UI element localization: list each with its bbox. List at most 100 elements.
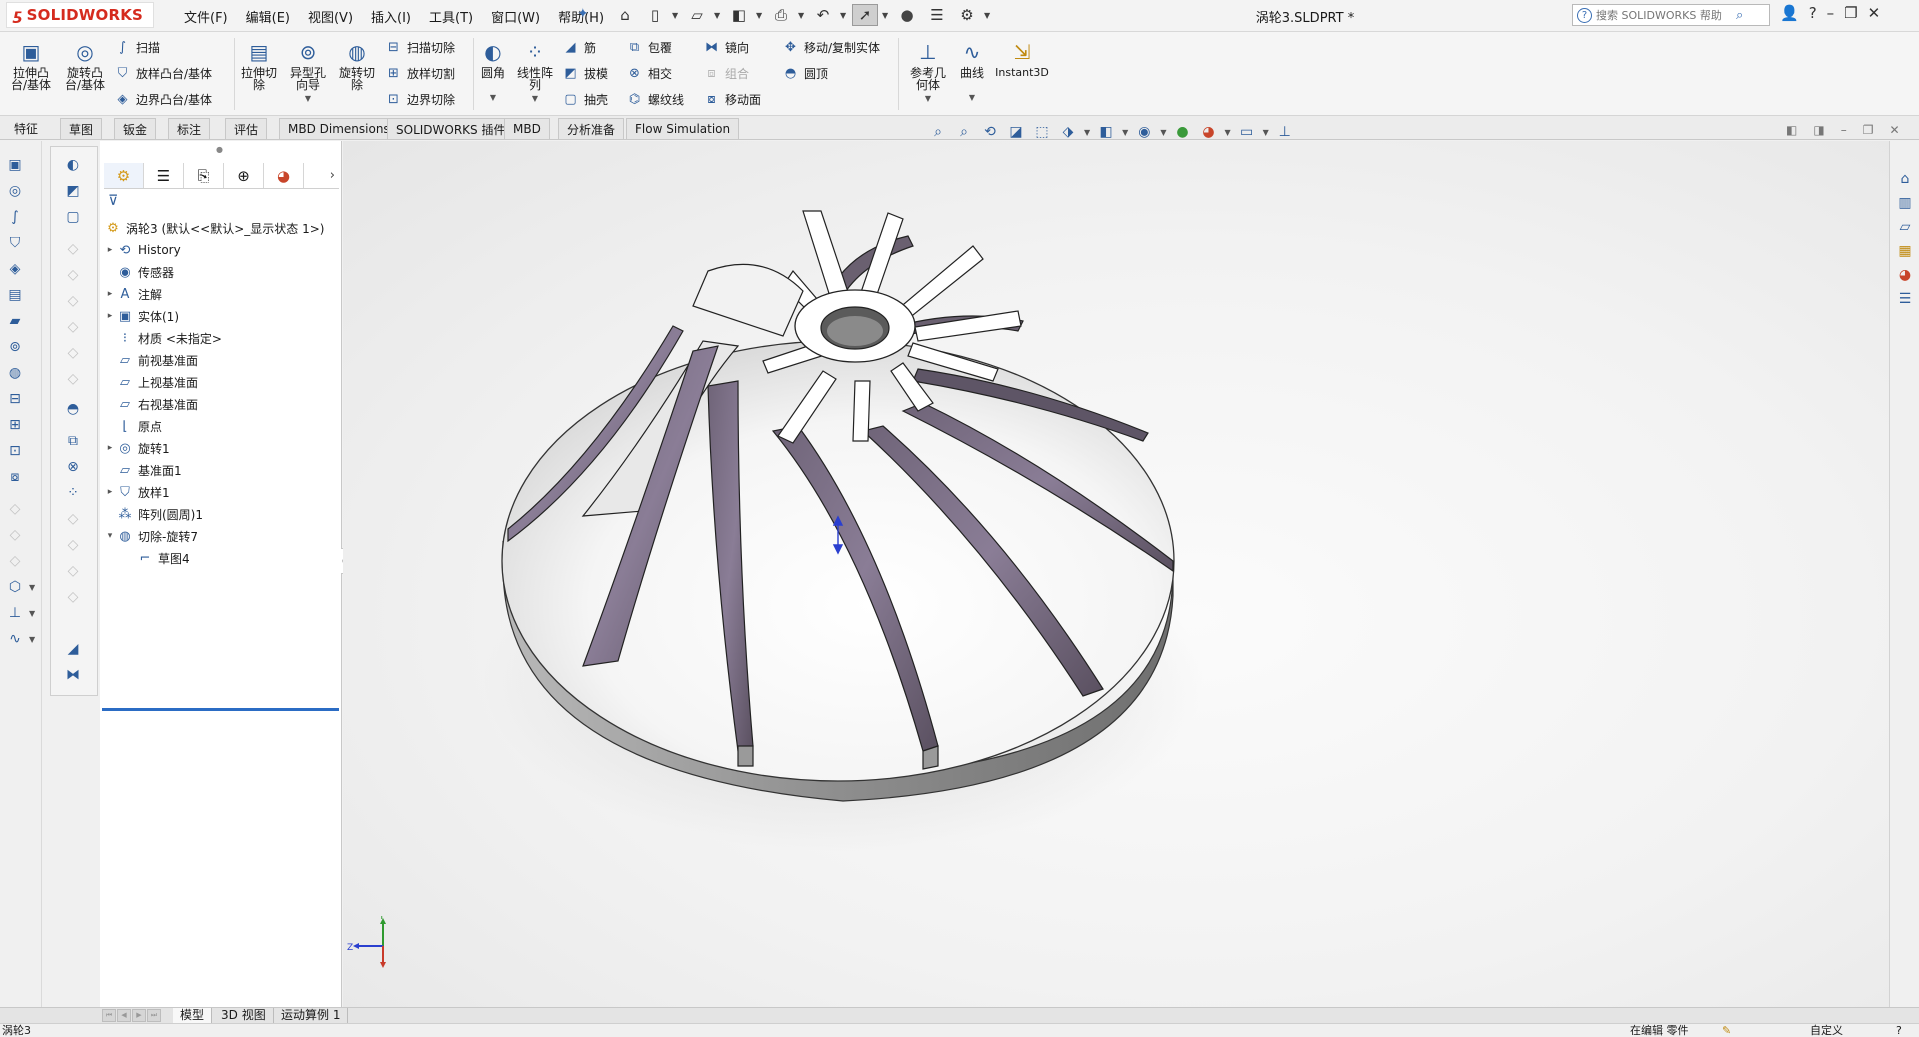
print-icon[interactable]: ⎙ [768,4,794,26]
tab-model[interactable]: 模型 [173,1008,213,1023]
extrude-cut-shortcut-icon[interactable]: ▤ [5,285,25,305]
hole-shortcut-icon[interactable]: ⊚ [5,337,25,357]
tree-item-top-plane[interactable]: ▱ 上视基准面 [100,371,342,393]
dome-button[interactable]: ◓ 圆顶 [782,62,828,84]
viewport-restore-icon[interactable]: ❐ [1863,123,1874,137]
open-dropdown-icon[interactable]: ▼ [714,11,722,20]
first-tab-icon[interactable]: ⏮ [102,1009,116,1022]
expand-arrow-icon[interactable]: ▸ [104,311,116,321]
expand-arrow-icon[interactable]: ▸ [104,289,116,299]
loft-shortcut-icon[interactable]: ⛉ [5,233,25,253]
menu-view[interactable]: 视图(V) [299,7,362,26]
dynamic-annotation-icon[interactable]: ⬚ [1032,122,1052,142]
hide-show-dropdown-icon[interactable]: ▼ [1160,128,1166,137]
tab-3d-views[interactable]: 3D 视图 [214,1008,274,1023]
hide-show-items-icon[interactable]: ◉ [1134,122,1154,142]
tab-analysis-prep[interactable]: 分析准备 [558,118,625,139]
fillet-shortcut-icon[interactable]: ◐ [63,155,83,175]
shell-button[interactable]: ▢ 抽壳 [562,88,608,110]
tab-annotation[interactable]: 标注 [168,118,211,139]
pin-viewport-icon[interactable]: ⊥ [1275,122,1295,142]
options-dropdown-icon[interactable]: ▼ [984,11,992,20]
menu-file[interactable]: 文件(F) [175,7,237,26]
edit-appearance-icon[interactable]: ● [1172,122,1192,142]
move-face-button[interactable]: ⧇ 移动面 [703,88,761,110]
zoom-to-area-icon[interactable]: ⌕ [954,122,974,142]
tree-item-sketch4[interactable]: ⌐ 草图4 [100,547,342,569]
lofted-cut-shortcut-icon[interactable]: ⊞ [5,415,25,435]
help-menu-icon[interactable]: ? [1809,4,1817,22]
shell-shortcut-icon[interactable]: ▢ [63,207,83,227]
pattern-shortcut-icon[interactable]: ⁘ [63,483,83,503]
rib-shortcut-icon[interactable]: ◢ [63,639,83,659]
tab-flow-simulation[interactable]: Flow Simulation [626,118,740,139]
tab-sketch[interactable]: 草图 [60,118,103,139]
help-search-box[interactable]: ? ⌕ [1572,4,1770,26]
undo-dropdown-icon[interactable]: ▼ [840,11,848,20]
tab-mbd[interactable]: MBD [504,118,550,139]
curves-button[interactable]: ∿ 曲线 ▼ [947,38,997,102]
custom-properties-icon[interactable]: ☰ [1895,289,1915,309]
tree-root[interactable]: ⚙ 涡轮3 (默认<<默认>_显示状态 1>) [100,217,342,239]
view-palette-icon[interactable]: ▦ [1895,241,1915,261]
sweep-button[interactable]: ∫ 扫描 [114,36,160,58]
boundary-cut-shortcut-icon[interactable]: ⊡ [5,441,25,461]
new-dropdown-icon[interactable]: ▼ [672,11,680,20]
plane-shortcut-icon[interactable]: ▰ [5,311,25,331]
swept-cut-shortcut-icon[interactable]: ⊟ [5,389,25,409]
options-gear-icon[interactable]: ⚙ [954,4,980,26]
menu-tools[interactable]: 工具(T) [420,7,482,26]
tab-motion-study-1[interactable]: 运动算例 1 [274,1008,349,1023]
intersect-shortcut-icon[interactable]: ⊗ [63,457,83,477]
revolve-boss-button[interactable]: ◎ 旋转凸 台/基体 [60,38,110,91]
tile-left-icon[interactable]: ◧ [1786,123,1797,137]
instant3d-button[interactable]: ⇲ Instant3D [995,38,1049,79]
view-settings-icon[interactable]: ▭ [1237,122,1257,142]
close-window-icon[interactable]: ✕ [1868,4,1881,22]
select-cursor-icon[interactable]: ➚ [852,4,878,26]
mirror-shortcut-icon[interactable]: ⧓ [63,665,83,685]
thicken-shortcut-icon[interactable]: ⧇ [5,467,25,487]
swept-cut-button[interactable]: ⊟ 扫描切除 [385,36,455,58]
sweep-shortcut-icon[interactable]: ∫ [5,207,25,227]
reference-geometry-button[interactable]: ⊥ 参考几 何体 ▼ [903,38,953,103]
reference-plane-shortcut-icon[interactable]: ⊥ ▼ [5,603,35,623]
rib-button[interactable]: ◢ 筋 [562,36,597,58]
menu-insert[interactable]: 插入(I) [362,7,420,26]
panel-grip-icon[interactable]: ● [216,145,223,154]
restore-window-icon[interactable]: ❐ [1844,4,1857,22]
design-library-icon[interactable]: ▥ [1895,193,1915,213]
wrap-button[interactable]: ⧉ 包覆 [626,36,672,58]
status-units[interactable]: 自定义 [1810,1024,1843,1037]
displaymanager-tab-icon[interactable]: ◕ [264,163,304,188]
extrude-shortcut-icon[interactable]: ▣ [5,155,25,175]
search-icon[interactable]: ⌕ [1736,8,1743,23]
linear-pattern-button[interactable]: ⁘ 线性阵 列 ▼ [510,38,560,103]
zoom-to-fit-icon[interactable]: ⌕ [928,122,948,142]
tree-item-circular-pattern1[interactable]: ⁂ 阵列(圆周)1 [100,503,342,525]
tab-solidworks-addins[interactable]: SOLIDWORKS 插件 [387,118,515,139]
revolve-cut-shortcut-icon[interactable]: ◍ [5,363,25,383]
hole-wizard-button[interactable]: ⊚ 异型孔 向导 ▼ [283,38,333,103]
help-status-icon[interactable]: ? [1896,1024,1902,1037]
viewport-minimize-icon[interactable]: – [1841,123,1847,137]
tree-item-history[interactable]: ▸ ⟲ History [100,239,342,261]
tab-evaluate[interactable]: 评估 [225,118,268,139]
expand-arrow-icon[interactable]: ▸ [104,443,116,453]
intersect-button[interactable]: ⊗ 相交 [626,62,672,84]
tree-item-right-plane[interactable]: ▱ 右视基准面 [100,393,342,415]
tree-filter-icon[interactable]: ⊽ [108,193,118,209]
viewport-close-icon[interactable]: ✕ [1889,123,1899,137]
solidworks-resources-icon[interactable]: ⌂ [1895,169,1915,189]
view-settings-dropdown-icon[interactable]: ▼ [1263,128,1269,137]
draft-button[interactable]: ◩ 拔模 [562,62,608,84]
new-document-icon[interactable]: ▯ [642,4,668,26]
undo-icon[interactable]: ↶ [810,4,836,26]
apply-scene-dropdown-icon[interactable]: ▼ [1224,128,1230,137]
hole-wizard-dropdown-icon[interactable]: ▼ [305,94,311,103]
linear-pattern-dropdown-icon[interactable]: ▼ [532,94,538,103]
more-tabs-chevron-icon[interactable]: › [330,168,339,183]
collapse-arrow-icon[interactable]: ▾ [104,531,116,541]
dimxpertmanager-tab-icon[interactable]: ⊕ [224,163,264,188]
mirror-button[interactable]: ⧓ 镜向 [703,36,749,58]
